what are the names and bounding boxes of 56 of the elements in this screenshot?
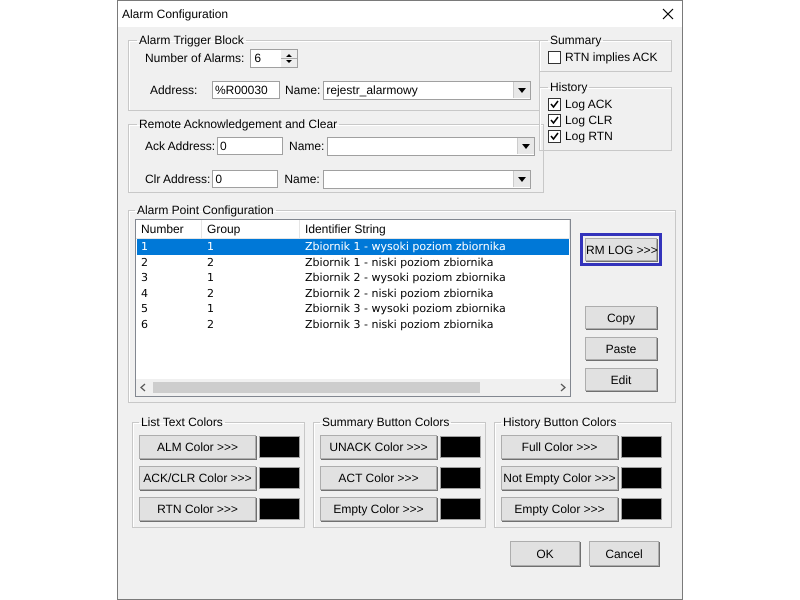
checkbox-label[interactable]: Log ACK [565, 97, 612, 111]
list-row[interactable]: 3 1 Zbiornik 2 - wysoki poziom zbiornika [137, 270, 569, 286]
checkbox[interactable] [548, 50, 561, 64]
color-button[interactable]: ACK/CLR Color >>> [139, 466, 256, 490]
color-button[interactable]: UNACK Color >>> [320, 435, 437, 459]
address-field[interactable]: %R00030 [212, 81, 280, 99]
action-button[interactable]: RM LOG >>> [585, 238, 657, 261]
color-button[interactable]: Empty Color >>> [320, 497, 437, 521]
checkbox-label[interactable]: RTN implies ACK [565, 50, 658, 64]
group-title: History Button Colors [502, 415, 618, 429]
group-title: List Text Colors [140, 415, 224, 429]
action-button[interactable]: Copy [585, 306, 657, 329]
checkbox[interactable] [548, 114, 561, 126]
column-header[interactable]: Group [202, 220, 300, 238]
dialog-button[interactable]: OK [510, 541, 580, 566]
field-label: Name: [289, 139, 324, 153]
address-field[interactable]: 0 [217, 137, 284, 155]
dialog-button[interactable]: Cancel [589, 541, 659, 566]
group-title: Summary [549, 33, 602, 47]
color-button[interactable]: Full Color >>> [501, 435, 618, 459]
field-label: Name: [285, 83, 320, 97]
action-button[interactable]: Edit [585, 368, 657, 391]
color-button[interactable]: RTN Color >>> [139, 497, 256, 521]
field-label: Ack Address: [145, 139, 216, 153]
group-title: Remote Acknowledgement and Clear [138, 117, 338, 131]
color-button[interactable]: Empty Color >>> [501, 497, 618, 521]
column-header[interactable]: Number [136, 220, 202, 238]
checkbox-label[interactable]: Log CLR [565, 113, 612, 127]
color-button[interactable]: ALM Color >>> [139, 435, 256, 459]
address-field[interactable]: 0 [212, 170, 278, 188]
list-row[interactable]: 1 1 Zbiornik 1 - wysoki poziom zbiornika [137, 239, 569, 254]
horizontal-scrollbar[interactable] [136, 379, 570, 396]
group-title: Alarm Point Configuration [136, 203, 275, 217]
checkbox[interactable] [548, 98, 561, 110]
number-spinner[interactable]: 6 [250, 48, 298, 68]
list-row[interactable]: 6 2 Zbiornik 3 - niski poziom zbiornika [137, 316, 569, 332]
group-title: History [549, 80, 588, 94]
field-label: Name: [284, 172, 320, 186]
checkbox-label[interactable]: Log RTN [565, 129, 613, 143]
color-button[interactable]: ACT Color >>> [320, 466, 437, 490]
list-row[interactable]: 2 2 Zbiornik 1 - niski poziom zbiornika [137, 254, 569, 270]
column-header[interactable]: Identifier String [300, 220, 570, 238]
action-button[interactable]: Paste [585, 337, 657, 360]
close-icon[interactable] [662, 8, 674, 20]
color-button[interactable]: Not Empty Color >>> [501, 466, 618, 490]
group-title: Summary Button Colors [321, 415, 450, 429]
list-row[interactable]: 4 2 Zbiornik 2 - niski poziom zbiornika [137, 286, 569, 301]
spinner-arrows-icon[interactable] [281, 50, 298, 66]
field-label: Address: [150, 83, 198, 97]
list-row[interactable]: 5 1 Zbiornik 3 - wysoki poziom zbiornika [137, 301, 569, 316]
field-label: Number of Alarms: [145, 51, 246, 65]
checkbox[interactable] [548, 130, 561, 142]
name-dropdown[interactable]: rejestr_alarmowy [323, 80, 532, 100]
group-title: Alarm Trigger Block [138, 33, 245, 47]
window-title: Alarm Configuration [122, 7, 228, 21]
field-label: Clr Address: [145, 172, 212, 186]
